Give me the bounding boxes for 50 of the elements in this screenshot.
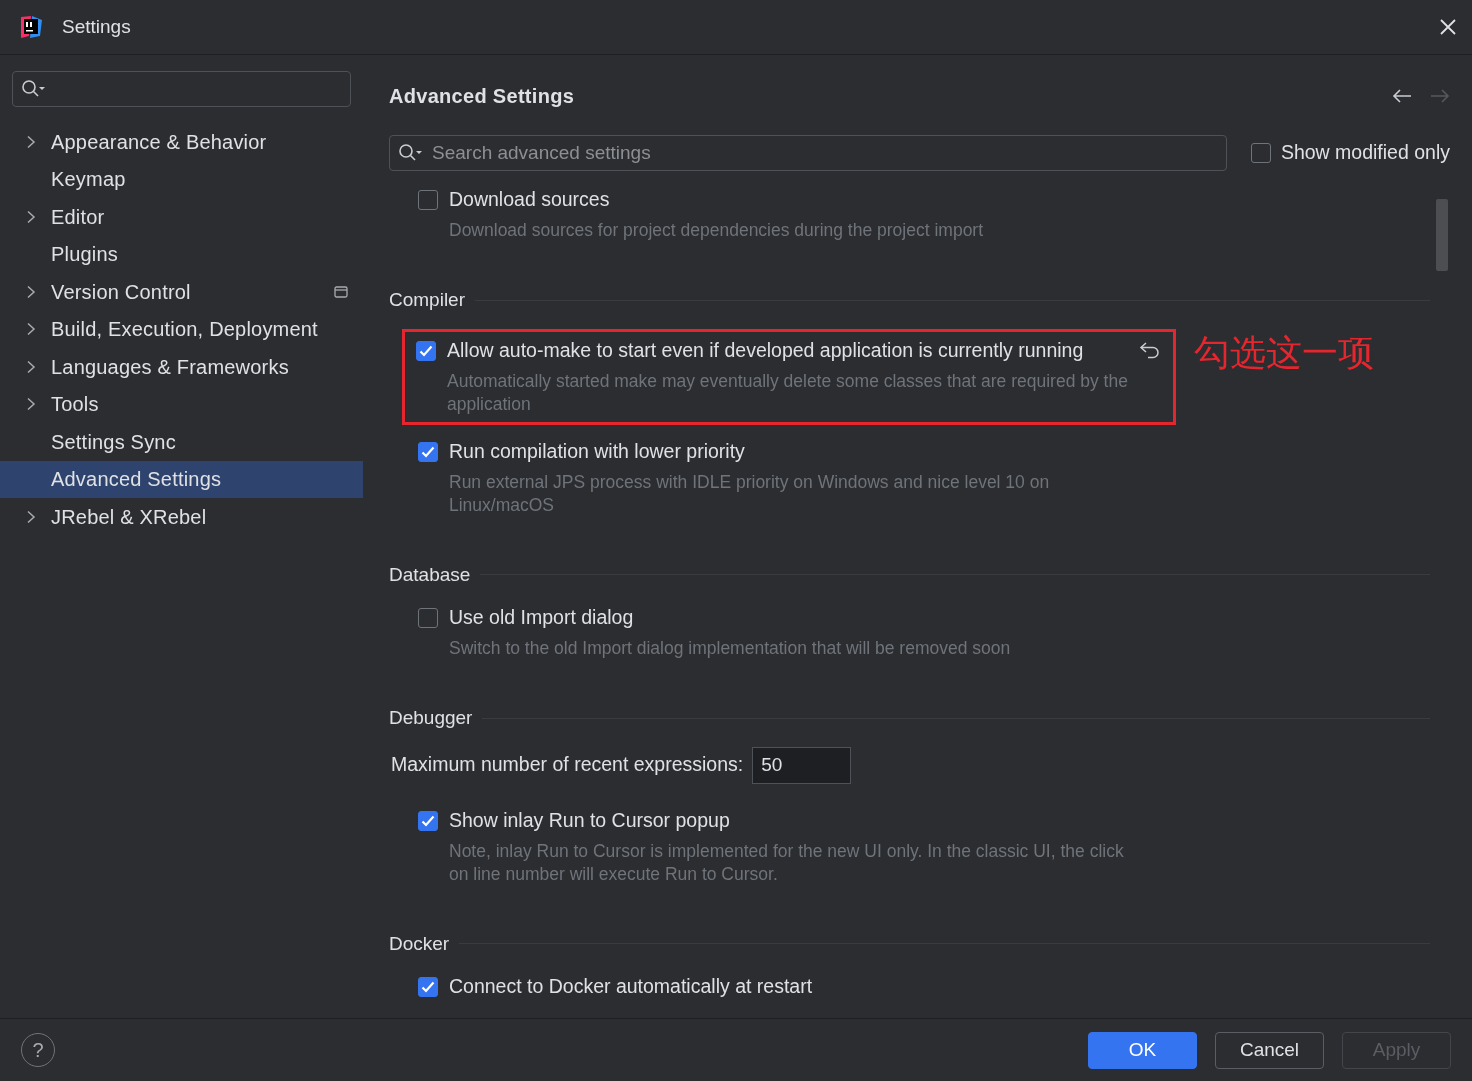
checkbox-label[interactable]: Allow auto-make to start even if developed application is currently running <box>447 335 1084 366</box>
annotation-text: 勾选这一项 <box>1194 334 1374 371</box>
dialog-button[interactable]: OK <box>1088 1031 1197 1069</box>
sidebar-item[interactable]: Tools <box>0 385 363 423</box>
search-icon <box>21 79 47 99</box>
close-icon[interactable] <box>1438 17 1458 37</box>
field-label: Maximum number of recent expressions: <box>391 752 744 778</box>
checkbox[interactable] <box>1250 143 1271 163</box>
scrollbar-thumb[interactable] <box>1436 199 1448 271</box>
window-title: Settings <box>62 14 131 39</box>
page-title: Advanced Settings <box>389 84 575 109</box>
checkbox-label[interactable]: Show inlay Run to Cursor popup <box>449 805 730 836</box>
setting-description: Run external JPS process with IDLE priority on Windows and nice level 10 on Linux/macOS <box>448 470 1051 517</box>
sidebar-item[interactable]: Version Control <box>0 273 363 311</box>
checkbox-label[interactable]: Download sources <box>449 185 610 215</box>
search-icon <box>398 143 424 163</box>
undo-icon[interactable] <box>1139 341 1161 360</box>
checkbox-label[interactable]: Run compilation with lower priority <box>449 436 745 467</box>
sidebar-item[interactable]: Keymap <box>0 160 363 198</box>
dialog-button[interactable]: Cancel <box>1215 1031 1324 1069</box>
setting-description: Switch to the old Import dialog implementation that will be removed soon <box>448 637 1012 660</box>
back-arrow-icon[interactable] <box>1392 89 1412 103</box>
checkbox[interactable] <box>418 977 438 997</box>
setting-description: Automatically started make may eventually delete some classes that are required by the application <box>446 369 1129 416</box>
sidebar-item[interactable]: Plugins <box>0 235 363 273</box>
checkbox[interactable] <box>416 340 436 361</box>
sidebar-item[interactable]: Settings Sync <box>0 423 363 461</box>
checkbox-label[interactable]: Show modified only <box>1280 138 1450 168</box>
sidebar-item[interactable]: Editor <box>0 198 363 236</box>
checkbox[interactable] <box>418 190 438 210</box>
search-field[interactable]: Search advanced settings <box>389 135 1227 171</box>
sidebar-item[interactable]: JRebel & XRebel <box>0 498 363 536</box>
app-logo-icon <box>18 14 44 40</box>
sidebar-item[interactable]: Build, Execution, Deployment <box>0 310 363 348</box>
setting-description: Download sources for project dependencies during the project import <box>448 219 985 242</box>
setting-description: Note, inlay Run to Cursor is implemented for the new UI only. In the classic UI, the click on line number will execute Run to Cursor. <box>448 839 1125 886</box>
search-field[interactable] <box>12 71 351 107</box>
sidebar-item[interactable]: Appearance & Behavior <box>0 123 363 161</box>
sidebar-item[interactable]: Languages & Frameworks <box>0 348 363 386</box>
section-title: Debugger <box>389 706 473 730</box>
number-field[interactable]: 50 <box>752 746 852 784</box>
section-title: Docker <box>389 931 450 956</box>
sidebar-item[interactable]: Advanced Settings <box>0 460 363 498</box>
checkbox[interactable] <box>418 810 438 831</box>
checkbox-label[interactable]: Connect to Docker automatically at restart <box>449 972 813 1002</box>
checkbox[interactable] <box>418 608 438 628</box>
checkbox[interactable] <box>418 441 438 462</box>
checkbox-label[interactable]: Use old Import dialog <box>449 603 634 633</box>
section-title: Database <box>389 562 471 587</box>
section-title: Compiler <box>389 288 466 312</box>
